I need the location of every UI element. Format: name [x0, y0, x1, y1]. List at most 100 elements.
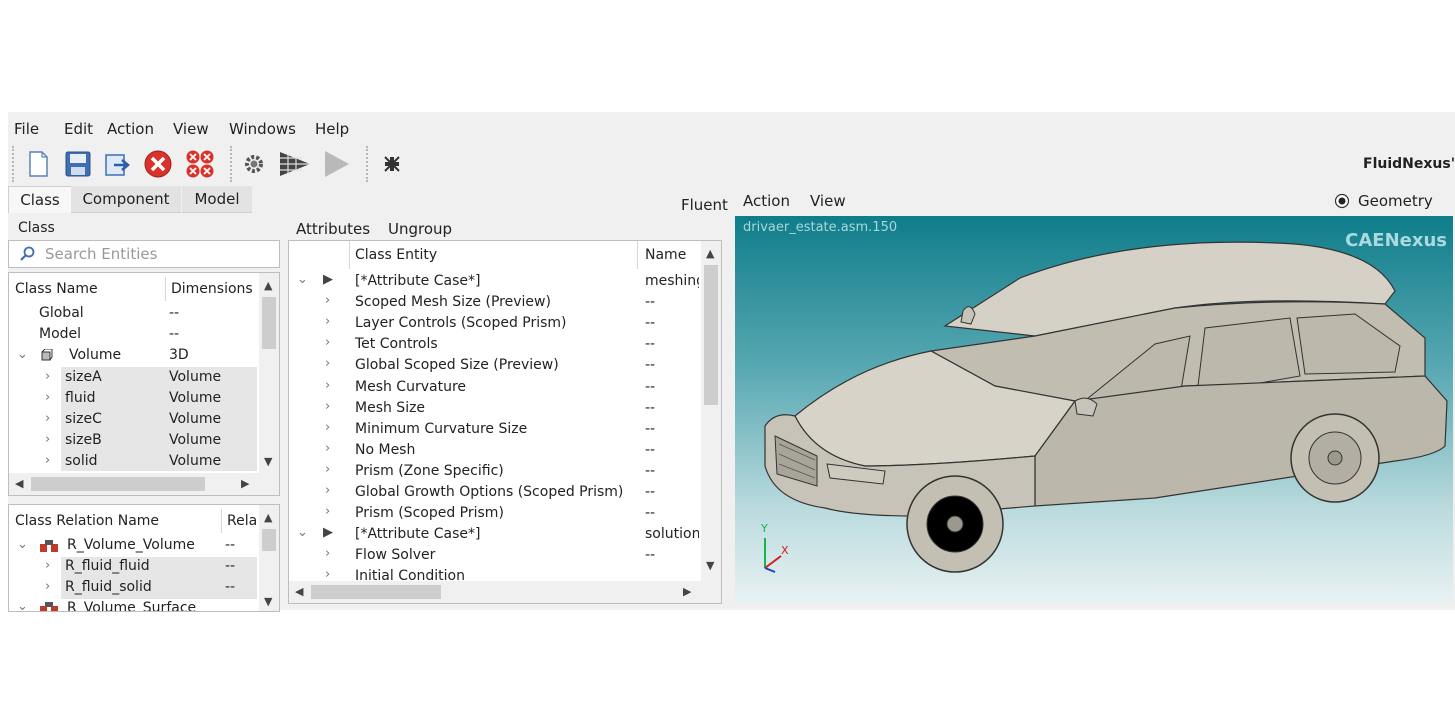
chevron-right-icon[interactable]: ›	[325, 399, 330, 414]
chevron-down-icon[interactable]: ⌄	[17, 537, 28, 552]
chevron-right-icon[interactable]: ›	[325, 356, 330, 371]
chevron-right-icon[interactable]: ›	[325, 293, 330, 308]
geometry-radio[interactable]: Geometry	[1334, 190, 1454, 212]
scrollbar-thumb[interactable]	[262, 529, 276, 551]
chevron-right-icon[interactable]: ›	[325, 441, 330, 456]
settings-button[interactable]	[238, 148, 270, 180]
chevron-right-icon[interactable]: ›	[325, 462, 330, 477]
attribute-row[interactable]: No Mesh	[355, 440, 415, 461]
scroll-down-icon[interactable]: ▼	[264, 455, 272, 468]
scrollbar-thumb[interactable]	[311, 585, 441, 599]
scroll-down-icon[interactable]: ▼	[706, 559, 714, 572]
chevron-down-icon[interactable]: ⌄	[17, 347, 28, 362]
chevron-right-icon[interactable]: ›	[325, 314, 330, 329]
chevron-right-icon[interactable]: ›	[325, 483, 330, 498]
relation-row[interactable]: R_Volume_Volume	[67, 535, 195, 556]
column-header-dimensions[interactable]: Dimensions	[171, 281, 253, 297]
scroll-right-icon[interactable]: ▶	[241, 477, 249, 490]
relation-row[interactable]: R_fluid_fluid	[65, 556, 150, 577]
close-button[interactable]	[142, 148, 174, 180]
scroll-up-icon[interactable]: ▲	[264, 279, 272, 292]
column-header-class-entity[interactable]: Class Entity	[355, 247, 437, 263]
chevron-right-icon[interactable]: ›	[325, 546, 330, 561]
chevron-right-icon[interactable]: ›	[45, 432, 50, 447]
chevron-right-icon[interactable]: ›	[45, 579, 50, 594]
scroll-up-icon[interactable]: ▲	[264, 511, 272, 524]
scroll-right-icon[interactable]: ▶	[683, 585, 691, 598]
class-row-solid[interactable]: solid	[65, 451, 98, 472]
chevron-right-icon[interactable]: ›	[45, 390, 50, 405]
ungroup-menu[interactable]: Ungroup	[388, 220, 452, 238]
collapse-button[interactable]	[376, 148, 408, 180]
class-row-sizea[interactable]: sizeA	[65, 367, 102, 388]
vertical-scrollbar[interactable]: ▲ ▼	[701, 241, 721, 581]
chevron-down-icon[interactable]: ⌄	[297, 525, 308, 540]
menu-file[interactable]: File	[14, 120, 39, 138]
class-row-fluid[interactable]: fluid	[65, 388, 95, 409]
scroll-up-icon[interactable]: ▲	[706, 247, 714, 260]
attribute-row[interactable]: [*Attribute Case*]	[355, 271, 480, 292]
horizontal-scrollbar[interactable]: ◀ ▶	[9, 473, 279, 495]
attribute-row[interactable]: [*Attribute Case*]	[355, 524, 480, 545]
new-file-button[interactable]	[22, 148, 54, 180]
class-row-model[interactable]: Model	[39, 324, 81, 345]
menu-view[interactable]: View	[173, 120, 209, 138]
column-header-relation-name[interactable]: Class Relation Name	[15, 513, 159, 529]
tab-model[interactable]: Model	[182, 186, 252, 213]
mesh-button[interactable]	[278, 148, 310, 180]
menu-windows[interactable]: Windows	[229, 120, 296, 138]
attributes-menu[interactable]: Attributes	[296, 220, 370, 238]
attribute-row[interactable]: Tet Controls	[355, 334, 438, 355]
class-row-volume[interactable]: Volume	[69, 345, 121, 366]
3d-viewport[interactable]: drivaer_estate.asm.150 CAENexus Y X	[735, 216, 1453, 604]
column-header-class-name[interactable]: Class Name	[15, 281, 98, 297]
attribute-row[interactable]: Scoped Mesh Size (Preview)	[355, 292, 551, 313]
chevron-right-icon[interactable]: ›	[325, 378, 330, 393]
attribute-row[interactable]: Global Growth Options (Scoped Prism)	[355, 482, 623, 503]
chevron-down-icon[interactable]: ⌄	[17, 599, 28, 611]
scrollbar-thumb[interactable]	[704, 265, 718, 405]
attribute-row[interactable]: Mesh Curvature	[355, 377, 466, 398]
scroll-left-icon[interactable]: ◀	[15, 477, 23, 490]
attribute-row[interactable]: Mesh Size	[355, 398, 425, 419]
tab-component[interactable]: Component	[71, 186, 181, 213]
scrollbar-thumb[interactable]	[262, 297, 276, 349]
column-header-relation[interactable]: Rela	[227, 513, 257, 529]
close-all-button[interactable]	[184, 148, 216, 180]
scrollbar-thumb[interactable]	[31, 477, 205, 491]
chevron-right-icon[interactable]: ›	[325, 420, 330, 435]
attribute-row[interactable]: Layer Controls (Scoped Prism)	[355, 313, 567, 334]
column-header-name[interactable]: Name	[645, 247, 686, 263]
viewport-menu-view[interactable]: View	[810, 192, 846, 210]
class-row-global[interactable]: Global	[39, 303, 84, 324]
chevron-right-icon[interactable]: ›	[325, 335, 330, 350]
relation-row[interactable]: R_fluid_solid	[65, 577, 152, 598]
chevron-right-icon[interactable]: ›	[45, 411, 50, 426]
attribute-row[interactable]: Prism (Zone Specific)	[355, 461, 504, 482]
scroll-down-icon[interactable]: ▼	[264, 595, 272, 608]
chevron-right-icon[interactable]: ›	[45, 558, 50, 573]
viewport-menu-action[interactable]: Action	[743, 192, 790, 210]
attribute-row[interactable]: Global Scoped Size (Preview)	[355, 355, 559, 376]
menu-edit[interactable]: Edit	[64, 120, 93, 138]
attribute-row[interactable]: Flow Solver	[355, 545, 435, 566]
export-button[interactable]	[102, 148, 134, 180]
search-input[interactable]: Search Entities	[8, 240, 280, 268]
save-button[interactable]	[62, 148, 94, 180]
horizontal-scrollbar[interactable]: ◀ ▶	[289, 581, 721, 603]
menu-action[interactable]: Action	[107, 120, 154, 138]
scroll-left-icon[interactable]: ◀	[295, 585, 303, 598]
menu-help[interactable]: Help	[315, 120, 349, 138]
run-button[interactable]	[320, 148, 352, 180]
chevron-right-icon[interactable]: ›	[45, 369, 50, 384]
attribute-row[interactable]: Minimum Curvature Size	[355, 419, 527, 440]
chevron-right-icon[interactable]: ›	[45, 453, 50, 468]
class-row-sizeb[interactable]: sizeB	[65, 430, 102, 451]
vertical-scrollbar[interactable]: ▲ ▼	[259, 273, 279, 473]
chevron-right-icon[interactable]: ›	[325, 504, 330, 519]
vertical-scrollbar[interactable]: ▲ ▼	[259, 505, 279, 611]
attribute-row[interactable]: Prism (Scoped Prism)	[355, 503, 504, 524]
tab-class[interactable]: Class	[8, 186, 72, 213]
class-row-sizec[interactable]: sizeC	[65, 409, 102, 430]
relation-row[interactable]: R_Volume_Surface	[67, 598, 196, 611]
